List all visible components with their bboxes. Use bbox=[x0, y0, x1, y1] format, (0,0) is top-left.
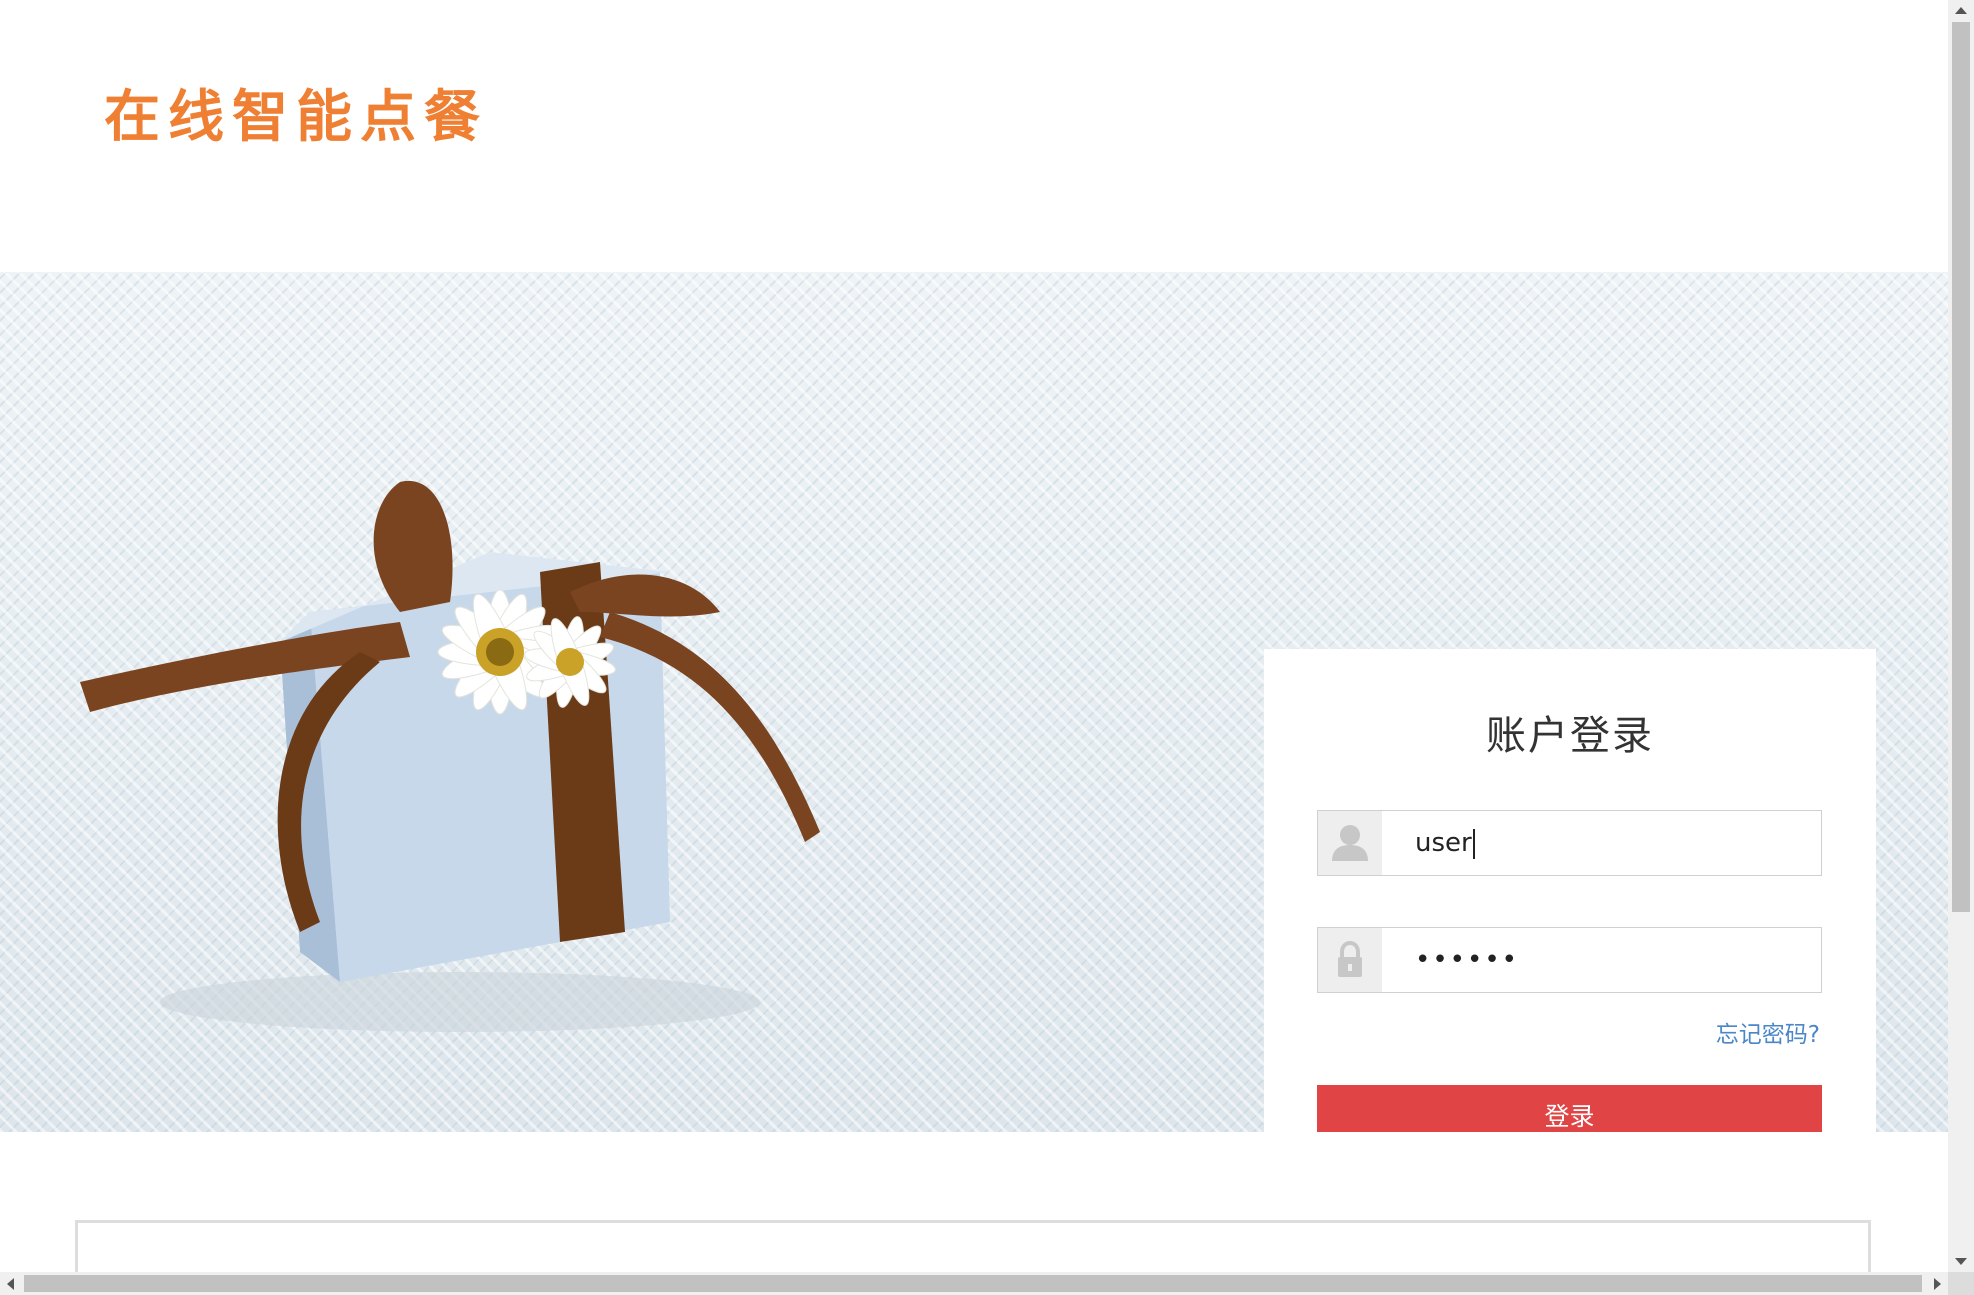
forgot-password-link[interactable]: 忘记密码? bbox=[1716, 1015, 1820, 1049]
gift-box-image bbox=[80, 480, 820, 1032]
user-icon bbox=[1318, 811, 1382, 875]
header: 在线智能点餐 bbox=[0, 0, 1948, 272]
horizontal-scroll-thumb[interactable] bbox=[24, 1275, 1922, 1292]
login-page: 在线智能点餐 账户登录 user •••••• 忘记密码? 登录 bbox=[0, 0, 1974, 1295]
horizontal-scrollbar[interactable] bbox=[0, 1272, 1948, 1295]
password-value: •••••• bbox=[1415, 945, 1520, 975]
scrollbar-corner bbox=[1948, 1272, 1974, 1295]
scroll-right-icon[interactable] bbox=[1934, 1278, 1941, 1290]
lock-icon bbox=[1318, 928, 1382, 992]
login-button[interactable]: 登录 bbox=[1317, 1085, 1822, 1132]
password-field[interactable]: •••••• bbox=[1317, 927, 1822, 993]
scroll-up-icon[interactable] bbox=[1955, 7, 1967, 14]
content-panel bbox=[75, 1220, 1871, 1280]
site-logo[interactable]: 在线智能点餐 bbox=[104, 72, 488, 153]
username-field[interactable]: user bbox=[1317, 810, 1822, 876]
scroll-down-icon[interactable] bbox=[1955, 1258, 1967, 1265]
vertical-scroll-thumb[interactable] bbox=[1952, 22, 1970, 912]
login-card: 账户登录 user •••••• 忘记密码? 登录 bbox=[1264, 649, 1876, 1132]
hero-banner: 账户登录 user •••••• 忘记密码? 登录 bbox=[0, 272, 1948, 1132]
vertical-scrollbar[interactable] bbox=[1948, 0, 1974, 1272]
scroll-left-icon[interactable] bbox=[7, 1278, 14, 1290]
text-caret bbox=[1472, 828, 1475, 859]
username-value: user bbox=[1415, 811, 1475, 875]
login-title: 账户登录 bbox=[1486, 713, 1654, 759]
